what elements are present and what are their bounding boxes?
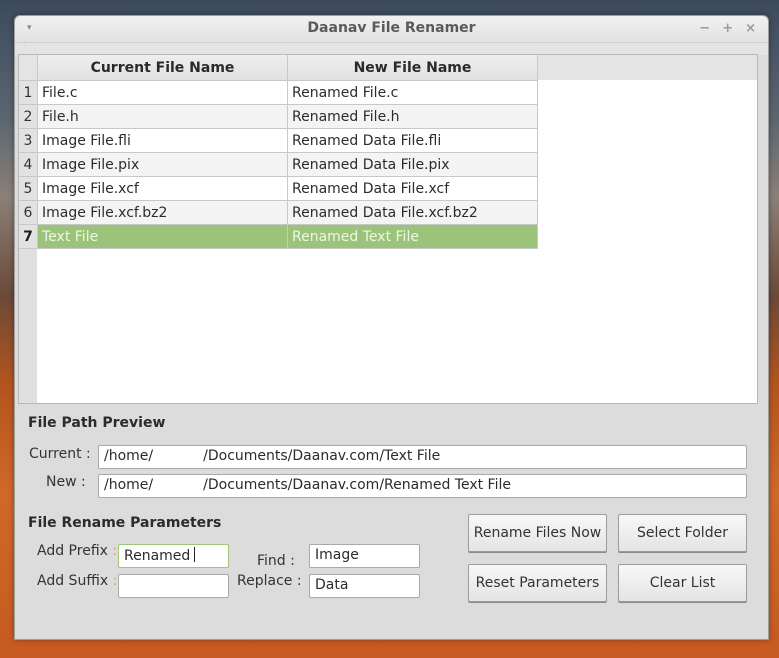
new-file-cell[interactable]: Renamed File.h (287, 104, 538, 129)
new-file-cell[interactable]: Renamed File.c (287, 80, 538, 105)
row-number[interactable]: 1 (19, 80, 38, 105)
row-number[interactable]: 7 (19, 224, 38, 249)
row-number[interactable]: 4 (19, 152, 38, 177)
add-prefix-label-text: Add Prefix (37, 543, 108, 559)
table-row[interactable]: 2 File.h Renamed File.h (19, 104, 538, 129)
row-number[interactable]: 6 (19, 200, 38, 225)
add-prefix-input[interactable]: Renamed (118, 544, 229, 568)
current-path-suffix: /Documents/Daanav.com/Text File (203, 448, 441, 464)
current-file-cell[interactable]: Image File.pix (37, 152, 288, 177)
close-icon[interactable]: × (745, 21, 756, 36)
current-file-cell[interactable]: Image File.fli (37, 128, 288, 153)
file-table[interactable]: Current File Name New File Name 1 File.c… (18, 54, 758, 404)
add-suffix-label: Add Suffix : (37, 573, 117, 589)
find-input[interactable]: Image (309, 544, 420, 568)
redacted-username (153, 477, 204, 489)
new-file-cell[interactable]: Renamed Text File (287, 224, 538, 249)
current-file-cell[interactable]: File.c (37, 80, 288, 105)
find-label: Find : (257, 553, 295, 569)
select-folder-button[interactable]: Select Folder (618, 514, 747, 552)
rename-parameters-heading: File Rename Parameters (28, 515, 222, 531)
maximize-icon[interactable]: + (722, 21, 733, 36)
add-suffix-colon: : (112, 573, 118, 589)
add-prefix-value: Renamed (124, 548, 191, 564)
current-file-cell[interactable]: Text File (37, 224, 288, 249)
new-path-prefix: /home/ (104, 477, 154, 493)
current-file-cell[interactable]: Image File.xcf (37, 176, 288, 201)
rename-files-now-button[interactable]: Rename Files Now (468, 514, 607, 552)
table-row-selected[interactable]: 7 Text File Renamed Text File (19, 224, 538, 249)
current-path-prefix: /home/ (104, 448, 154, 464)
replace-label: Replace : (237, 573, 302, 589)
table-row[interactable]: 6 Image File.xcf.bz2 Renamed Data File.x… (19, 200, 538, 225)
replace-value: Data (315, 577, 349, 593)
find-value: Image (315, 547, 359, 563)
clear-list-button[interactable]: Clear List (618, 564, 747, 602)
new-path-suffix: /Documents/Daanav.com/Renamed Text File (203, 477, 511, 493)
current-file-cell[interactable]: Image File.xcf.bz2 (37, 200, 288, 225)
text-caret (194, 547, 196, 562)
row-number[interactable]: 2 (19, 104, 38, 129)
header-current-file-name[interactable]: Current File Name (37, 55, 288, 81)
minimize-icon[interactable]: − (699, 21, 710, 36)
header-new-file-name[interactable]: New File Name (287, 55, 538, 81)
replace-input[interactable]: Data (309, 574, 420, 598)
row-number[interactable]: 5 (19, 176, 38, 201)
new-path-label: New : (46, 474, 86, 490)
table-row[interactable]: 5 Image File.xcf Renamed Data File.xcf (19, 176, 538, 201)
current-path-label: Current : (29, 446, 91, 462)
title-bar[interactable]: ▾ Daanav File Renamer − + × (15, 16, 768, 43)
window-title: Daanav File Renamer (307, 20, 476, 36)
current-file-cell[interactable]: File.h (37, 104, 288, 129)
redacted-username (153, 448, 204, 460)
add-suffix-label-text: Add Suffix (37, 573, 109, 589)
new-file-cell[interactable]: Renamed Data File.xcf (287, 176, 538, 201)
table-row[interactable]: 4 Image File.pix Renamed Data File.pix (19, 152, 538, 177)
reset-parameters-button[interactable]: Reset Parameters (468, 564, 607, 602)
file-path-preview-heading: File Path Preview (28, 415, 166, 431)
add-prefix-colon: : (112, 543, 118, 559)
app-window: ▾ Daanav File Renamer − + × ⋮ Current Fi… (14, 15, 769, 640)
new-file-cell[interactable]: Renamed Data File.pix (287, 152, 538, 177)
new-file-cell[interactable]: Renamed Data File.fli (287, 128, 538, 153)
toolbar-grip-icon[interactable]: ⋮ (21, 42, 29, 50)
add-prefix-label: Add Prefix : (37, 543, 117, 559)
table-corner[interactable] (19, 55, 38, 81)
new-path-field[interactable]: /home/ /Documents/Daanav.com/Renamed Text… (98, 474, 747, 498)
add-suffix-input[interactable] (118, 574, 229, 598)
new-file-cell[interactable]: Renamed Data File.xcf.bz2 (287, 200, 538, 225)
table-row[interactable]: 1 File.c Renamed File.c (19, 80, 538, 105)
table-row[interactable]: 3 Image File.fli Renamed Data File.fli (19, 128, 538, 153)
row-number[interactable]: 3 (19, 128, 38, 153)
current-path-field[interactable]: /home/ /Documents/Daanav.com/Text File (98, 445, 747, 469)
file-grid: Current File Name New File Name 1 File.c… (19, 55, 538, 249)
